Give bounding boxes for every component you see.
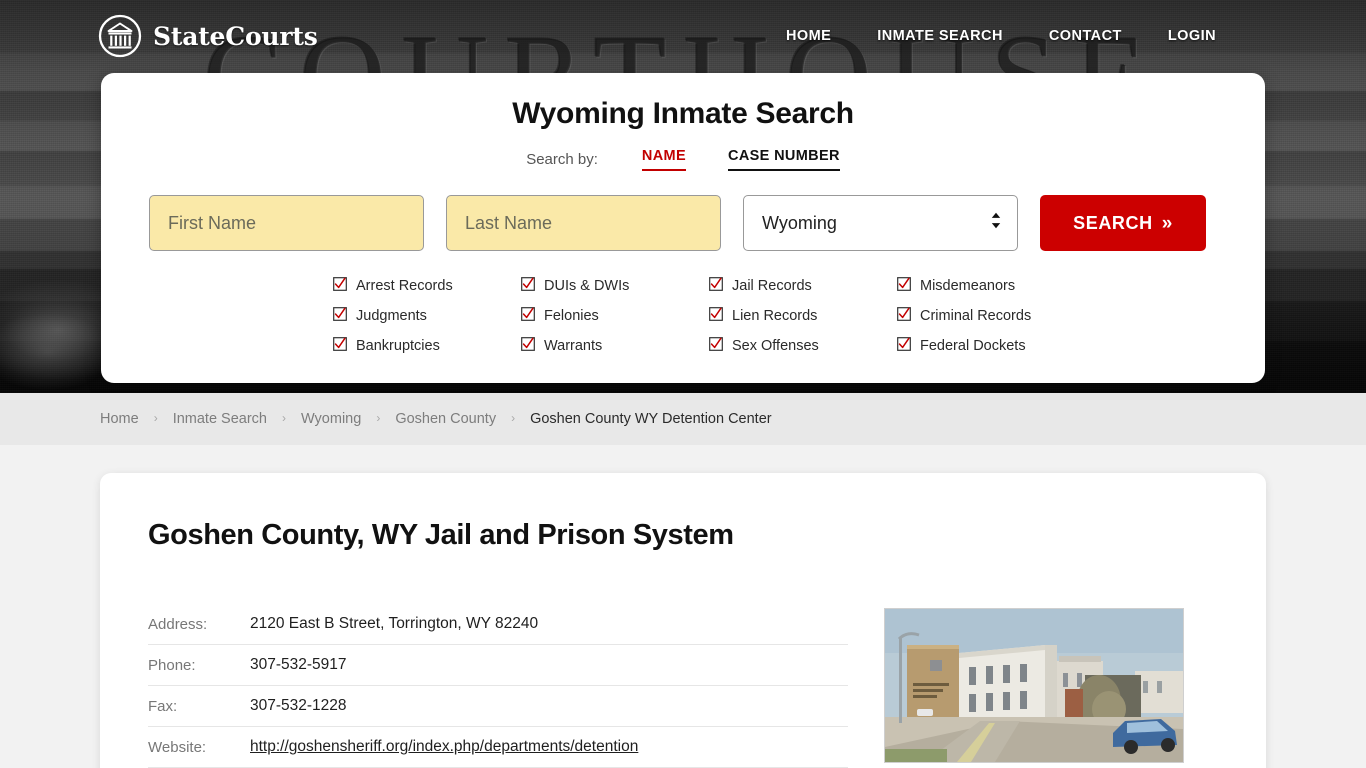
info-label-website: Website: <box>148 738 207 756</box>
record-type-label: DUIs & DWIs <box>544 278 630 294</box>
record-type-label: Criminal Records <box>920 308 1032 324</box>
record-type-item[interactable]: Bankruptcies <box>333 337 521 355</box>
brand-logo-link[interactable]: StateCourts <box>98 14 318 58</box>
search-form: Wyoming SEARCH » <box>149 195 1217 251</box>
facility-info-column: Address: 2120 East B Street, Torrington,… <box>148 604 848 768</box>
first-name-input[interactable] <box>149 195 424 251</box>
record-type-item[interactable]: Judgments <box>333 307 521 325</box>
record-type-label: Warrants <box>544 338 603 354</box>
state-select-wrapper: Wyoming <box>743 195 1018 251</box>
nav-item-inmate-search[interactable]: INMATE SEARCH <box>877 28 1003 44</box>
facility-detail-row: Address: 2120 East B Street, Torrington,… <box>148 604 1218 768</box>
main-navigation: HOME INMATE SEARCH CONTACT LOGIN <box>786 28 1216 44</box>
record-type-item[interactable]: Felonies <box>521 307 709 325</box>
record-type-label: Lien Records <box>732 308 818 324</box>
breadcrumb-separator-icon: › <box>376 411 381 425</box>
double-chevron-right-icon: » <box>1161 212 1173 234</box>
content-area: Goshen County, WY Jail and Prison System… <box>0 445 1366 768</box>
checked-checkbox-icon <box>897 307 911 325</box>
tab-search-by-case-number[interactable]: CASE NUMBER <box>728 148 840 171</box>
record-type-label: Arrest Records <box>356 278 453 294</box>
breadcrumb-item-home[interactable]: Home <box>100 411 139 427</box>
record-type-item[interactable]: Arrest Records <box>333 277 521 295</box>
record-type-item[interactable]: Federal Dockets <box>897 337 1085 355</box>
facility-info-table: Address: 2120 East B Street, Torrington,… <box>148 604 848 768</box>
record-type-label: Jail Records <box>732 278 812 294</box>
checked-checkbox-icon <box>709 277 723 295</box>
record-type-label: Sex Offenses <box>732 338 819 354</box>
last-name-input[interactable] <box>446 195 721 251</box>
info-label-address: Address: <box>148 615 208 633</box>
checked-checkbox-icon <box>709 307 723 325</box>
state-select-value: Wyoming <box>762 212 837 233</box>
table-row: Website: http://goshensheriff.org/index.… <box>148 727 848 768</box>
checked-checkbox-icon <box>521 337 535 355</box>
checked-checkbox-icon <box>709 337 723 355</box>
record-type-item[interactable]: Sex Offenses <box>709 337 897 355</box>
nav-item-contact[interactable]: CONTACT <box>1049 28 1122 44</box>
search-by-row: Search by: NAME CASE NUMBER <box>149 148 1217 171</box>
breadcrumb-separator-icon: › <box>153 411 158 425</box>
nav-item-login[interactable]: LOGIN <box>1168 28 1216 44</box>
facility-photo <box>884 608 1184 763</box>
record-type-item[interactable]: Jail Records <box>709 277 897 295</box>
facility-detail-card: Goshen County, WY Jail and Prison System… <box>100 473 1266 768</box>
record-type-label: Federal Dockets <box>920 338 1026 354</box>
breadcrumb-separator-icon: › <box>282 411 286 425</box>
record-type-item[interactable]: Misdemeanors <box>897 277 1085 295</box>
checked-checkbox-icon <box>521 277 535 295</box>
brand-name: StateCourts <box>153 21 318 51</box>
record-type-label: Bankruptcies <box>356 338 440 354</box>
checked-checkbox-icon <box>333 277 347 295</box>
record-type-item[interactable]: Criminal Records <box>897 307 1085 325</box>
record-type-label: Felonies <box>544 308 599 324</box>
top-bar: StateCourts HOME INMATE SEARCH CONTACT L… <box>0 0 1366 72</box>
checked-checkbox-icon <box>521 307 535 325</box>
search-button-label: SEARCH <box>1073 212 1153 233</box>
checked-checkbox-icon <box>897 277 911 295</box>
info-label-fax: Fax: <box>148 697 178 715</box>
table-row: Fax: 307-532-1228 <box>148 686 848 727</box>
record-type-label: Judgments <box>356 308 427 324</box>
checked-checkbox-icon <box>897 337 911 355</box>
record-type-item[interactable]: Lien Records <box>709 307 897 325</box>
breadcrumb-item-current: Goshen County WY Detention Center <box>530 411 772 427</box>
info-value-phone: 307-532-5917 <box>250 656 347 673</box>
nav-item-home[interactable]: HOME <box>786 28 831 44</box>
courthouse-circle-icon <box>98 14 142 58</box>
info-value-address: 2120 East B Street, Torrington, WY 82240 <box>250 615 539 632</box>
breadcrumb: Home › Inmate Search › Wyoming › Goshen … <box>100 411 772 427</box>
breadcrumb-separator-icon: › <box>511 411 516 425</box>
tab-search-by-name[interactable]: NAME <box>641 148 686 171</box>
table-row: Address: 2120 East B Street, Torrington,… <box>148 604 848 645</box>
info-label-phone: Phone: <box>148 656 196 674</box>
record-type-label: Misdemeanors <box>920 278 1016 294</box>
record-type-list: Arrest Records DUIs & DWIs Jail Records … <box>149 277 1217 355</box>
state-select[interactable]: Wyoming <box>743 195 1018 251</box>
search-card-title: Wyoming Inmate Search <box>512 97 854 130</box>
breadcrumb-item-goshen-county[interactable]: Goshen County <box>395 411 496 427</box>
checked-checkbox-icon <box>333 337 347 355</box>
breadcrumb-item-wyoming[interactable]: Wyoming <box>301 411 361 427</box>
info-value-website: http://goshensheriff.org/index.php/depar… <box>250 727 848 768</box>
checked-checkbox-icon <box>333 307 347 325</box>
search-button[interactable]: SEARCH » <box>1040 195 1206 251</box>
record-type-item[interactable]: DUIs & DWIs <box>521 277 709 295</box>
info-value-fax: 307-532-1228 <box>250 697 347 714</box>
breadcrumb-item-inmate-search[interactable]: Inmate Search <box>173 411 267 427</box>
hero-header: COURTHOUSE StateCourts HOME <box>0 0 1366 393</box>
website-link[interactable]: http://goshensheriff.org/index.php/depar… <box>250 738 638 755</box>
record-type-item[interactable]: Warrants <box>521 337 709 355</box>
page-title: Goshen County, WY Jail and Prison System <box>148 519 734 551</box>
inmate-search-card: Wyoming Inmate Search Search by: NAME CA… <box>101 73 1265 383</box>
table-row: Phone: 307-532-5917 <box>148 645 848 686</box>
search-by-label: Search by: <box>526 151 598 168</box>
breadcrumb-bar: Home › Inmate Search › Wyoming › Goshen … <box>0 393 1366 445</box>
